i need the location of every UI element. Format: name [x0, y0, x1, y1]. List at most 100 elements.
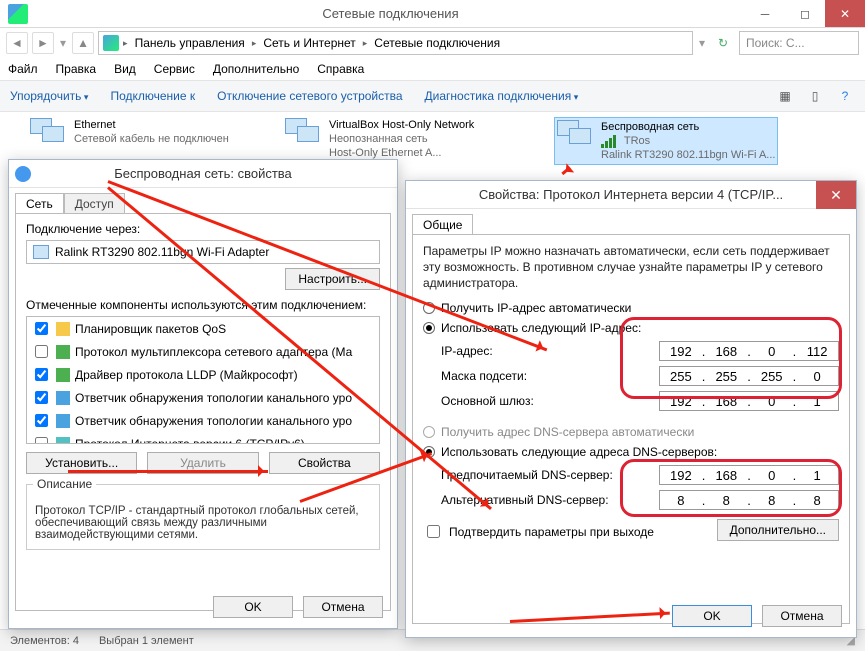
connection-status: Сетевой кабель не подключен	[74, 132, 229, 146]
component-icon	[56, 437, 70, 445]
adapter-icon	[33, 245, 49, 259]
close-button[interactable]: ✕	[825, 0, 865, 27]
configure-button[interactable]: Настроить...	[285, 268, 380, 290]
subnet-mask-field[interactable]: 255. 255. 255. 0	[659, 366, 839, 386]
description-title: Описание	[33, 477, 96, 491]
component-row[interactable]: Протокол мультиплексора сетевого адаптер…	[27, 340, 379, 363]
cmd-disable[interactable]: Отключение сетевого устройства	[217, 89, 402, 103]
component-row[interactable]: Драйвер протокола LLDP (Майкрософт)	[27, 363, 379, 386]
adapter-field[interactable]: Ralink RT3290 802.11bgn Wi-Fi Adapter	[26, 240, 380, 264]
network-adapter-icon	[557, 120, 595, 152]
properties-button[interactable]: Свойства	[269, 452, 380, 474]
maximize-button[interactable]: ◻	[785, 0, 825, 27]
dns1-label: Предпочитаемый DNS-сервер:	[441, 468, 659, 482]
gateway-field[interactable]: 192. 168. 0. 1	[659, 391, 839, 411]
component-icon	[56, 414, 70, 428]
breadcrumb-dropdown[interactable]: ▾	[697, 36, 707, 50]
component-label: Ответчик обнаружения топологии канальног…	[75, 414, 352, 428]
connection-adapter: Host-Only Ethernet A...	[329, 146, 474, 160]
adapter-properties-dialog: Беспроводная сеть: свойства Сеть Доступ …	[8, 159, 398, 629]
component-icon	[56, 345, 70, 359]
menu-help[interactable]: Справка	[317, 62, 364, 76]
up-button[interactable]: ▲	[72, 32, 94, 54]
status-elements: Элементов: 4	[10, 635, 79, 647]
breadcrumb-item[interactable]: Сеть и Интернет	[260, 36, 358, 50]
ip-address-field[interactable]: 192. 168. 0. 112	[659, 341, 839, 361]
minimize-button[interactable]: ─	[745, 0, 785, 27]
menu-extra[interactable]: Дополнительно	[213, 62, 299, 76]
connection-wireless[interactable]: Беспроводная сеть TRos Ralink RT3290 802…	[555, 118, 777, 164]
tab-access[interactable]: Доступ	[64, 193, 125, 214]
component-checkbox[interactable]	[35, 368, 48, 381]
help-icon[interactable]: ?	[835, 86, 855, 106]
connection-ethernet[interactable]: Ethernet Сетевой кабель не подключен	[30, 118, 229, 150]
advanced-button[interactable]: Дополнительно...	[717, 519, 839, 541]
dialog-title: Беспроводная сеть: свойства	[9, 160, 397, 188]
window-title: Сетевые подключения	[36, 6, 745, 21]
radio-dns-auto: Получить адрес DNS-сервера автоматически	[423, 425, 839, 439]
ip-address-label: IP-адрес:	[441, 344, 659, 358]
menu-bar: Файл Правка Вид Сервис Дополнительно Спр…	[0, 58, 865, 80]
description-group: Описание Протокол TCP/IP - стандартный п…	[26, 484, 380, 550]
dialog-title: Свойства: Протокол Интернета версии 4 (T…	[406, 181, 856, 209]
radio-ip-auto[interactable]: Получить IP-адрес автоматически	[423, 301, 839, 315]
preview-pane-icon[interactable]: ▯	[805, 86, 825, 106]
tab-network[interactable]: Сеть	[15, 193, 64, 214]
remove-button[interactable]: Удалить	[147, 452, 258, 474]
radio-dns-manual[interactable]: Использовать следующие адреса DNS-сервер…	[423, 445, 839, 459]
forward-button[interactable]: ►	[32, 32, 54, 54]
dns-block: Предпочитаемый DNS-сервер: 192. 168. 0. …	[441, 465, 839, 510]
connection-virtualbox[interactable]: VirtualBox Host-Only Network Неопознанна…	[285, 118, 474, 160]
confirm-checkbox[interactable]	[427, 525, 440, 538]
component-checkbox[interactable]	[35, 391, 48, 404]
breadcrumb-item[interactable]: Панель управления	[132, 36, 248, 50]
wireless-icon	[15, 166, 31, 182]
gateway-label: Основной шлюз:	[441, 394, 659, 408]
menu-view[interactable]: Вид	[114, 62, 136, 76]
dns2-field[interactable]: 8. 8. 8. 8	[659, 490, 839, 510]
component-label: Драйвер протокола LLDP (Майкрософт)	[75, 368, 298, 382]
component-checkbox[interactable]	[35, 345, 48, 358]
install-button[interactable]: Установить...	[26, 452, 137, 474]
history-dropdown[interactable]: ▾	[58, 36, 68, 50]
component-row[interactable]: Ответчик обнаружения топологии канальног…	[27, 386, 379, 409]
component-label: Протокол Интернета версии 6 (TCP/IPv6)	[75, 437, 305, 445]
search-input[interactable]: Поиск: С...	[739, 31, 859, 55]
breadcrumb[interactable]: ▸ Панель управления ▸ Сеть и Интернет ▸ …	[98, 31, 693, 55]
menu-service[interactable]: Сервис	[154, 62, 195, 76]
component-checkbox[interactable]	[35, 437, 48, 444]
tab-body-general: Параметры IP можно назначать автоматичес…	[412, 234, 850, 624]
component-label: Протокол мультиплексора сетевого адаптер…	[75, 345, 352, 359]
component-row[interactable]: Ответчик обнаружения топологии канальног…	[27, 409, 379, 432]
command-bar: Упорядочить Подключение к Отключение сет…	[0, 80, 865, 112]
ok-button[interactable]: OK	[672, 605, 752, 627]
ip-block: IP-адрес: 192. 168. 0. 112 Маска подсети…	[441, 341, 839, 411]
radio-ip-manual[interactable]: Использовать следующий IP-адрес:	[423, 321, 839, 335]
tab-general[interactable]: Общие	[412, 214, 473, 235]
cancel-button[interactable]: Отмена	[303, 596, 383, 618]
view-options-icon[interactable]: ▦	[775, 86, 795, 106]
close-button[interactable]: ✕	[816, 181, 856, 209]
components-label: Отмеченные компоненты используются этим …	[26, 298, 380, 312]
component-row[interactable]: Протокол Интернета версии 6 (TCP/IPv6)	[27, 432, 379, 444]
ok-button[interactable]: OK	[213, 596, 293, 618]
subnet-mask-label: Маска подсети:	[441, 369, 659, 383]
breadcrumb-item[interactable]: Сетевые подключения	[371, 36, 503, 50]
menu-edit[interactable]: Правка	[56, 62, 97, 76]
component-checkbox[interactable]	[35, 322, 48, 335]
dns2-label: Альтернативный DNS-сервер:	[441, 493, 659, 507]
cmd-connect[interactable]: Подключение к	[110, 89, 195, 103]
components-list[interactable]: Планировщик пакетов QoS Протокол мультипл…	[26, 316, 380, 444]
search-placeholder: Поиск: С...	[746, 36, 805, 50]
cmd-organize[interactable]: Упорядочить	[10, 89, 88, 103]
cmd-diagnose[interactable]: Диагностика подключения	[425, 89, 579, 103]
network-adapter-icon	[285, 118, 323, 150]
dns1-field[interactable]: 192. 168. 0. 1	[659, 465, 839, 485]
component-icon	[56, 391, 70, 405]
menu-file[interactable]: Файл	[8, 62, 38, 76]
component-checkbox[interactable]	[35, 414, 48, 427]
cancel-button[interactable]: Отмена	[762, 605, 842, 627]
component-row[interactable]: Планировщик пакетов QoS	[27, 317, 379, 340]
back-button[interactable]: ◄	[6, 32, 28, 54]
refresh-button[interactable]: ↻	[711, 36, 735, 50]
